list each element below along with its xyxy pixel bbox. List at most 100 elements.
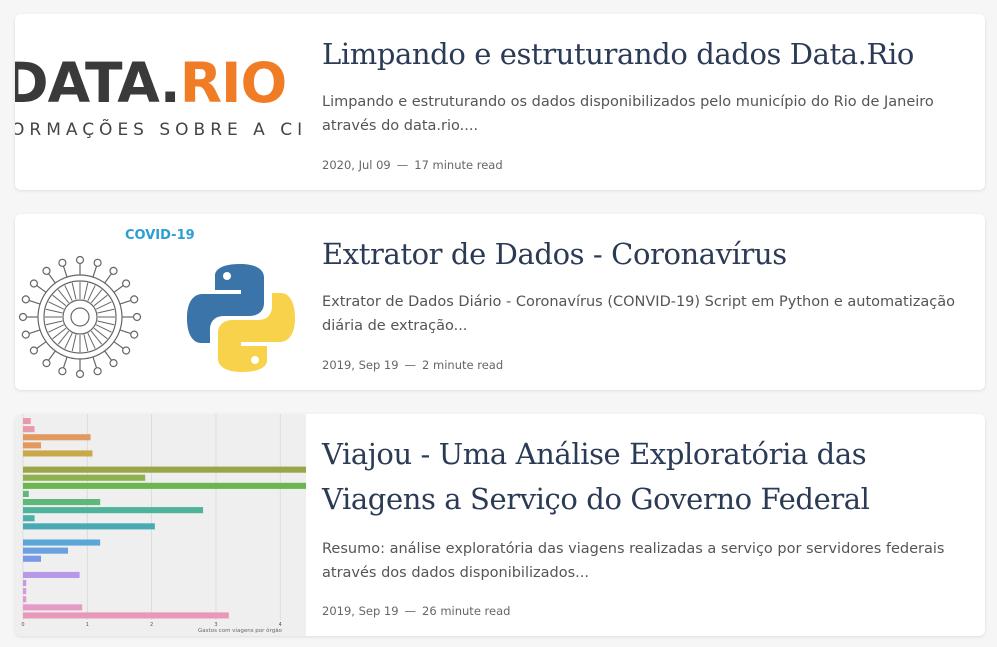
virus-spike [35,284,47,293]
virus-inner-line [83,334,89,352]
virus-inner-line [87,285,96,301]
chart-tick-label: 0 [21,622,24,628]
virus-spike-tip [75,369,85,379]
virus-icon [18,255,142,379]
data-rio-tagline: ORMAÇÕES SOBRE A CIDADE [15,120,306,140]
virus-spike-tip [130,295,139,304]
post-read-time: 2 minute read [422,358,504,372]
post-title-link[interactable]: Viajou - Uma Análise Exploratória das Vi… [322,437,870,516]
virus-spike-tip [132,312,142,322]
chart-bar [23,555,42,562]
virus-inner-line [45,320,63,326]
virus-spike-tip [75,255,85,265]
post-card-viajou[interactable]: 0 1 2 3 4 Gastos com viagens por órgão Viajou… [15,414,985,636]
post-card-data-rio[interactable]: DATA.RIO ORMAÇÕES SOBRE A CIDADE Limpand… [15,14,985,190]
post-title[interactable]: Viajou - Uma Análise Exploratória das Vi… [322,432,967,522]
chart-bar [23,482,306,489]
post-read-time: 26 minute read [422,604,511,618]
virus-spike-tip [29,279,38,288]
virus-inner-line [48,324,64,333]
virus-inner-line [97,320,115,326]
virus-inner-line [64,285,73,301]
chart-bar [23,450,93,457]
chart-bar [23,604,83,611]
python-logo-icon [187,264,295,372]
virus-spike [47,350,56,362]
covid-label: COVID-19 [125,228,195,243]
chart-bar [23,499,101,506]
virus-inner-line [48,301,64,310]
meta-separator: — [404,358,417,372]
virus-spike [47,272,56,284]
chart-tick-label: 2 [150,622,153,628]
virus-inner-line [83,282,89,300]
post-thumbnail-data-rio[interactable]: DATA.RIO ORMAÇÕES SOBRE A CIDADE [15,14,306,190]
virus-spike [35,341,47,350]
virus-spike-tip [18,312,28,322]
virus-spike [28,299,41,305]
post-title-link[interactable]: Limpando e estruturando dados Data.Rio [322,37,914,71]
chart-bar [23,596,27,603]
chart-bar [23,426,35,433]
chart-bar [23,466,306,473]
virus-spike-tip [29,346,38,355]
post-title[interactable]: Extrator de Dados - Coronavírus [322,232,967,277]
virus-spike [104,272,113,284]
virus-spike [62,356,68,369]
virus-spike [92,356,98,369]
post-meta: 2019, Sep 19 — 26 minute read [322,604,510,618]
chart-bar [23,507,204,514]
post-read-time: 17 minute read [414,158,503,172]
post-card-coronavirus[interactable]: COVID-19 Extrator de Dados - Coronavírus… [15,214,985,390]
virus-inner-line [96,324,112,333]
virus-spike-tip [42,266,51,275]
post-thumbnail-coronavirus[interactable]: COVID-19 [15,214,306,390]
virus-spike-tip [109,359,118,368]
virus-spike [92,265,98,278]
virus-spike-tip [130,330,139,339]
post-date: 2019, Sep 19 [322,358,399,372]
virus-spike-tip [109,266,118,275]
chart-bar [23,588,27,595]
post-excerpt: Extrator de Dados Diário - Coronavírus (… [322,294,955,334]
virus-inner-line [71,334,77,352]
chart-bar [23,547,69,554]
virus-spike [113,284,125,293]
virus-inner-line [45,308,63,314]
virus-spike [119,299,132,305]
virus-inner-line [87,333,96,349]
chart-bar [23,612,229,619]
bar-chart: 0 1 2 3 4Gastos com viagens por órgão [21,414,306,634]
virus-spike [104,350,113,362]
post-meta: 2020, Jul 09 — 17 minute read [322,158,503,172]
virus-spike-tip [21,295,30,304]
chart-bar [23,442,42,449]
post-title-link[interactable]: Extrator de Dados - Coronavírus [322,237,787,271]
chart-bar [23,539,101,546]
virus-spike [119,329,132,335]
chart-bar [23,434,91,441]
chart-bar [23,523,155,530]
post-date: 2020, Jul 09 [322,158,391,172]
chart-tick-label: 1 [86,622,89,628]
virus-spike-tip [58,367,67,376]
chart-bar [23,515,35,522]
virus-inner-line [64,333,73,349]
virus-spike-tip [93,367,102,376]
post-excerpt: Limpando e estruturando os dados disponi… [322,94,934,134]
virus-spike-tip [93,258,102,267]
post-meta: 2019, Sep 19 — 2 minute read [322,358,503,372]
post-date: 2019, Sep 19 [322,604,399,618]
virus-spike-tip [21,330,30,339]
data-rio-logo: DATA.RIO [15,51,287,115]
post-excerpt: Resumo: análise exploratória das viagens… [322,541,945,581]
virus-spike-tip [58,258,67,267]
post-thumbnail-viajou[interactable]: 0 1 2 3 4 Gastos com viagens por órgão [15,414,306,636]
chart-bar [23,490,29,497]
virus-spike-tip [122,279,131,288]
chart-bar [23,418,31,425]
chart-bar [23,571,80,578]
meta-separator: — [396,158,409,172]
virus-inner-line [71,282,77,300]
post-title[interactable]: Limpando e estruturando dados Data.Rio [322,32,967,77]
